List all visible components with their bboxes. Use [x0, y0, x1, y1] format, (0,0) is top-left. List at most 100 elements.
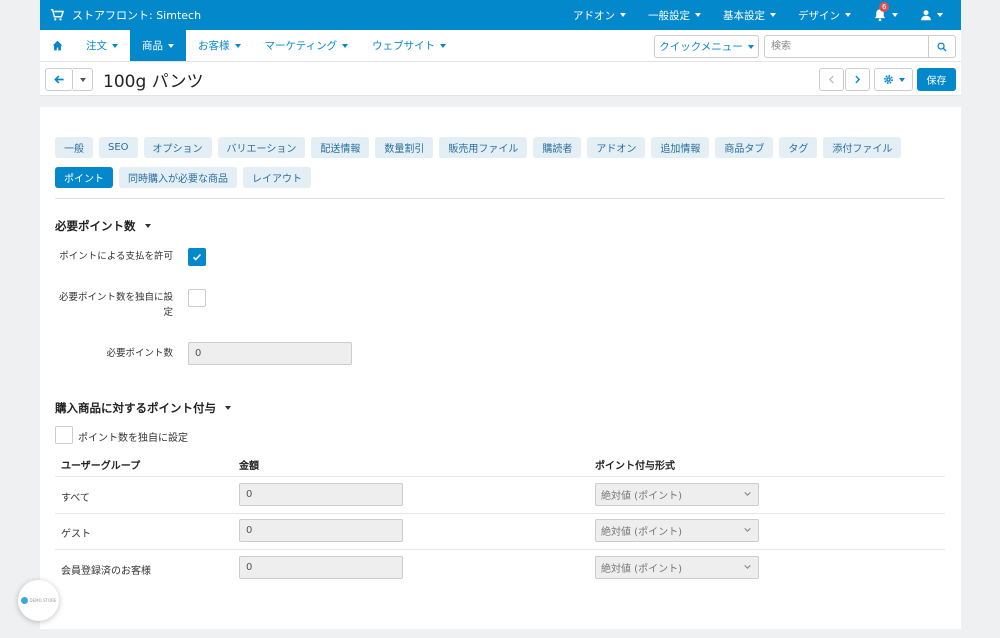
checkmark-icon — [192, 253, 202, 261]
admin-topbar: ストアフロント: Simtech アドオン 一般設定 基本設定 デザイン 6 — [40, 0, 961, 30]
divider — [55, 198, 945, 199]
tab-seo[interactable]: SEO — [99, 137, 138, 158]
caret-down-icon — [747, 44, 754, 49]
nav-marketing[interactable]: マーケティング — [253, 30, 361, 61]
user-icon — [921, 10, 931, 21]
reward-type-value: 絶対値 (ポイント) — [601, 491, 682, 502]
quick-menu-button[interactable]: クイックメニュー — [654, 35, 759, 58]
demo-store-badge[interactable]: DEMO STORE — [18, 580, 59, 621]
storefront-switcher[interactable]: ストアフロント: Simtech — [40, 7, 201, 23]
required-points-input[interactable]: 0 — [188, 342, 352, 365]
reward-type-select[interactable]: 絶対値 (ポイント) — [595, 556, 759, 579]
amount-input[interactable]: 0 — [239, 519, 403, 542]
nav-website[interactable]: ウェブサイト — [360, 30, 458, 61]
override-reward-points-checkbox[interactable] — [55, 426, 73, 444]
column-header-reward-type: ポイント付与形式 — [595, 461, 675, 472]
tab-quantity-discounts[interactable]: 数量割引 — [375, 137, 434, 158]
reward-points-section-toggle[interactable]: 購入商品に対するポイント付与 — [55, 400, 231, 416]
tab-general[interactable]: 一般 — [55, 137, 93, 158]
tab-layouts[interactable]: レイアウト — [243, 167, 311, 188]
search-input[interactable] — [764, 35, 929, 58]
search-icon — [937, 41, 947, 52]
page-header: 100g パンツ 保存 — [40, 62, 961, 96]
caret-down-icon — [342, 43, 349, 48]
chevron-down-icon — [744, 491, 751, 496]
column-header-amount: 金額 — [239, 461, 259, 472]
table-row-group: ゲスト — [61, 529, 91, 540]
reward-type-value: 絶対値 (ポイント) — [601, 564, 682, 575]
reward-type-select[interactable]: 絶対値 (ポイント) — [595, 519, 759, 542]
menu-basic-settings[interactable]: 基本設定 — [712, 0, 787, 30]
main-nav: 注文 商品 お客様 マーケティング ウェブサイト クイックメニュー — [40, 30, 961, 62]
product-edit-panel: 一般 SEO オプション バリエーション 配送情報 数量割引 販売用ファイル 購… — [40, 107, 961, 629]
page-title: 100g パンツ — [103, 72, 204, 92]
caret-down-icon — [620, 13, 626, 17]
amount-input[interactable]: 0 — [239, 483, 403, 506]
caret-down-icon — [79, 77, 86, 82]
user-menu-button[interactable] — [909, 0, 961, 30]
caret-down-icon — [770, 13, 776, 17]
menu-general-settings[interactable]: 一般設定 — [637, 0, 712, 30]
chevron-left-icon — [828, 75, 834, 84]
previous-product-button[interactable] — [819, 68, 844, 91]
override-required-points-checkbox[interactable] — [188, 289, 206, 307]
tab-product-tabs[interactable]: 商品タブ — [715, 137, 774, 158]
tab-shipping[interactable]: 配送情報 — [311, 137, 370, 158]
chevron-right-icon — [855, 75, 861, 84]
column-header-user-group: ユーザーグループ — [61, 461, 141, 472]
tab-addons[interactable]: アドオン — [587, 137, 646, 158]
cart-icon — [50, 9, 64, 21]
tab-attachments[interactable]: 添付ファイル — [823, 137, 902, 158]
allow-pay-by-points-checkbox[interactable] — [188, 248, 206, 266]
table-divider — [55, 549, 945, 550]
caret-down-icon — [892, 13, 898, 17]
next-product-button[interactable] — [845, 68, 870, 91]
caret-down-icon — [168, 43, 174, 48]
allow-pay-by-points-label: ポイントによる支払を許可 — [59, 251, 173, 262]
menu-addons[interactable]: アドオン — [562, 0, 637, 30]
nav-customers[interactable]: お客様 — [186, 30, 253, 61]
caret-down-icon — [937, 13, 943, 17]
tab-tags[interactable]: タグ — [779, 137, 818, 158]
gear-icon — [883, 75, 893, 84]
tab-subscribers[interactable]: 購読者 — [533, 137, 582, 158]
required-points-section-toggle[interactable]: 必要ポイント数 — [55, 218, 151, 234]
tab-required-products[interactable]: 同時購入が必要な商品 — [119, 167, 237, 188]
nav-website-label: ウェブサイト — [372, 40, 436, 52]
nav-orders[interactable]: 注文 — [74, 30, 130, 61]
tab-options[interactable]: オプション — [143, 137, 212, 158]
tab-reward-points[interactable]: ポイント — [55, 167, 113, 188]
menu-design[interactable]: デザイン — [787, 0, 862, 30]
tab-features[interactable]: 追加情報 — [651, 137, 710, 158]
menu-addons-label: アドオン — [573, 9, 615, 22]
search-button[interactable] — [928, 35, 956, 58]
back-button[interactable] — [45, 68, 73, 91]
notifications-button[interactable]: 6 — [862, 0, 909, 30]
reward-type-select[interactable]: 絶対値 (ポイント) — [595, 483, 759, 506]
nav-orders-label: 注文 — [86, 40, 107, 52]
tab-files[interactable]: 販売用ファイル — [439, 137, 528, 158]
nav-customers-label: お客様 — [198, 40, 230, 52]
caret-down-icon — [234, 43, 241, 48]
nav-home[interactable] — [40, 30, 74, 61]
tab-variations[interactable]: バリエーション — [217, 137, 306, 158]
chevron-down-icon — [744, 527, 751, 532]
back-history-dropdown[interactable] — [73, 68, 93, 91]
settings-dropdown-button[interactable] — [874, 68, 913, 91]
amount-input[interactable]: 0 — [239, 556, 403, 579]
required-points-label: 必要ポイント数 — [106, 348, 173, 359]
table-row-group: 会員登録済のお客様 — [61, 566, 151, 577]
caret-down-icon — [225, 406, 231, 410]
override-required-points-label-line1: 必要ポイント数を独自に設 — [58, 292, 173, 303]
nav-products[interactable]: 商品 — [130, 30, 186, 61]
override-required-points-label-line2: 定 — [163, 307, 173, 318]
save-button[interactable]: 保存 — [917, 68, 956, 91]
menu-basic-settings-label: 基本設定 — [723, 9, 765, 22]
menu-general-settings-label: 一般設定 — [648, 9, 690, 22]
notification-badge: 6 — [879, 2, 890, 12]
store-name: ストアフロント: Simtech — [72, 9, 202, 22]
required-points-section-title: 必要ポイント数 — [55, 219, 136, 233]
nav-marketing-label: マーケティング — [264, 40, 338, 52]
reward-type-value: 絶対値 (ポイント) — [601, 527, 682, 538]
table-divider — [55, 513, 945, 514]
